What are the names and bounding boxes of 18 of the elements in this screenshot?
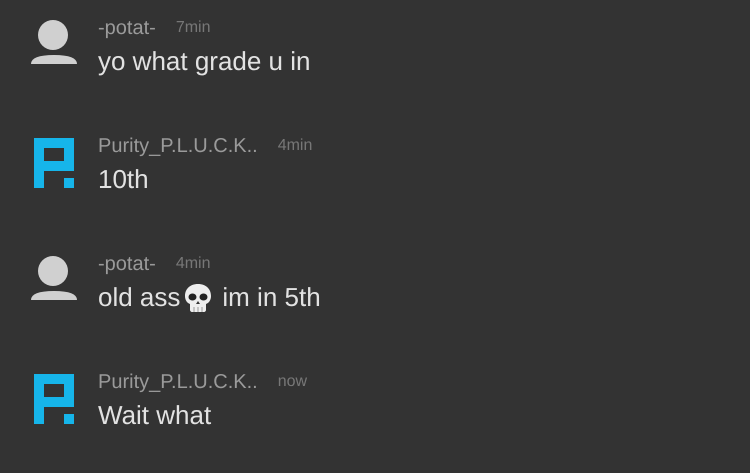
message-text: im in 5th (222, 282, 321, 313)
message-text: yo what grade u in (98, 46, 310, 77)
username: Purity_P.L.U.C.K.. (98, 370, 258, 394)
timestamp: 7min (176, 19, 210, 37)
username: Purity_P.L.U.C.K.. (98, 134, 258, 158)
user-avatar-icon (31, 20, 77, 66)
timestamp: 4min (176, 255, 210, 273)
username: -potat- (98, 252, 156, 276)
timestamp: 4min (278, 137, 312, 155)
username: -potat- (98, 16, 156, 40)
letter-p-logo-icon (34, 138, 74, 188)
message-text: Wait what (98, 400, 212, 431)
skull-icon (183, 282, 214, 312)
message-text: 10th (98, 164, 149, 195)
message-text: old ass (98, 282, 180, 313)
user-avatar-icon (31, 256, 77, 302)
timestamp: now (278, 373, 308, 391)
letter-p-logo-icon (34, 374, 74, 424)
